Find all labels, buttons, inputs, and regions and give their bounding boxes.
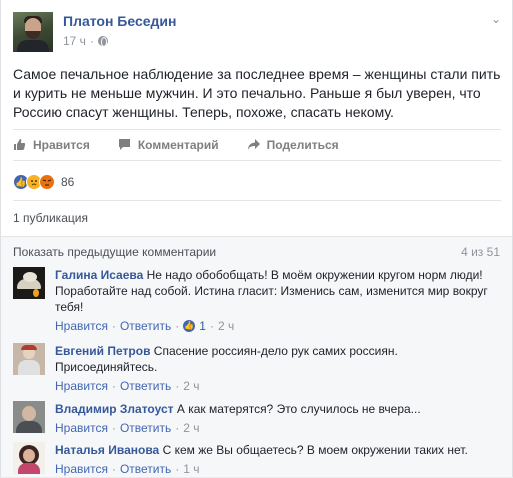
- commenter-name[interactable]: Наталья Иванова: [55, 443, 159, 457]
- chevron-down-icon[interactable]: ⌄: [489, 12, 503, 26]
- comment-reply-link[interactable]: Ответить: [120, 378, 171, 394]
- comment-label: Комментарий: [137, 138, 219, 152]
- author-avatar[interactable]: [13, 12, 53, 52]
- comment-body: Наталья Иванова С кем же Вы общаетесь? В…: [55, 442, 501, 477]
- comment-icon: [118, 138, 132, 152]
- comment-like-count[interactable]: 1: [199, 318, 206, 334]
- comments-area: Показать предыдущие комментарии 4 из 51 …: [1, 236, 512, 477]
- comment-body: Евгений Петров Спасение россиян-дело рук…: [55, 343, 501, 394]
- share-icon: [247, 138, 261, 152]
- comment-time[interactable]: 2 ч: [218, 318, 234, 334]
- share-button[interactable]: Поделиться: [247, 138, 339, 152]
- comment-actions: Нравится · Ответить · 👍 1 · 2 ч: [55, 318, 235, 334]
- comment-actions: Нравится · Ответить · 1 ч: [55, 461, 200, 477]
- commenter-avatar[interactable]: [13, 343, 45, 375]
- like-label: Нравится: [33, 138, 90, 152]
- comment-text: С кем же Вы общаетесь? В моем окружении …: [162, 443, 468, 457]
- comment-like-link[interactable]: Нравится: [55, 420, 108, 436]
- reaction-count[interactable]: 86: [61, 175, 74, 189]
- commenter-avatar[interactable]: [13, 442, 45, 474]
- comment-like-link[interactable]: Нравится: [55, 461, 108, 477]
- thumbs-up-icon: [13, 138, 27, 152]
- commenter-name[interactable]: Евгений Петров: [55, 344, 150, 358]
- shares-count[interactable]: 1 публикация: [13, 211, 88, 225]
- comment-reply-link[interactable]: Ответить: [120, 420, 171, 436]
- post-meta: 17 ч ·: [63, 34, 108, 48]
- commenter-avatar[interactable]: [13, 401, 45, 433]
- meta-separator: ·: [89, 34, 94, 48]
- comment-button[interactable]: Комментарий: [118, 138, 219, 152]
- post-header: Платон Беседин 17 ч · ⌄: [13, 12, 503, 52]
- comment-reply-link[interactable]: Ответить: [120, 318, 171, 334]
- post-card: Платон Беседин 17 ч · ⌄ Самое печальное …: [0, 0, 513, 477]
- comment-body: Владимир Златоуст А как матерятся? Это с…: [55, 401, 501, 436]
- like-reaction-icon: 👍: [183, 320, 196, 332]
- comment-body: Галина Исаева Не надо обобобщать! В моём…: [55, 267, 501, 334]
- comment-item: Галина Исаева Не надо обобобщать! В моём…: [13, 267, 501, 334]
- like-button[interactable]: Нравится: [13, 138, 90, 152]
- comment-text: А как матерятся? Это случилось не вчера.…: [176, 402, 421, 416]
- commenter-name[interactable]: Владимир Златоуст: [55, 402, 174, 416]
- comment-actions: Нравится · Ответить · 2 ч: [55, 420, 200, 436]
- comment-time[interactable]: 1 ч: [183, 461, 199, 477]
- comments-pager: 4 из 51: [461, 245, 500, 259]
- reactions-summary[interactable]: 👍 86: [13, 172, 74, 192]
- author-name[interactable]: Платон Беседин: [63, 13, 177, 29]
- comment-reply-link[interactable]: Ответить: [120, 461, 171, 477]
- comment-item: Владимир Златоуст А как матерятся? Это с…: [13, 401, 501, 437]
- divider: [13, 200, 501, 201]
- show-previous-comments-link[interactable]: Показать предыдущие комментарии: [13, 245, 216, 259]
- comment-item: Наталья Иванова С кем же Вы общаетесь? В…: [13, 442, 501, 478]
- comment-actions: Нравится · Ответить · 2 ч: [55, 378, 200, 394]
- share-label: Поделиться: [266, 138, 339, 152]
- commenter-avatar[interactable]: [13, 267, 45, 299]
- comment-time[interactable]: 2 ч: [183, 420, 199, 436]
- commenter-name[interactable]: Галина Исаева: [55, 268, 143, 282]
- angry-reaction-icon: [39, 174, 55, 190]
- comment-time[interactable]: 2 ч: [183, 378, 199, 394]
- post-time[interactable]: 17 ч: [63, 34, 86, 48]
- comment-like-link[interactable]: Нравится: [55, 378, 108, 394]
- globe-icon: [97, 36, 108, 47]
- post-text: Самое печальное наблюдение за последнее …: [13, 66, 501, 120]
- comment-item: Евгений Петров Спасение россиян-дело рук…: [13, 343, 501, 394]
- comment-like-link[interactable]: Нравится: [55, 318, 108, 334]
- post-actions: Нравится Комментарий Поделиться: [13, 129, 501, 161]
